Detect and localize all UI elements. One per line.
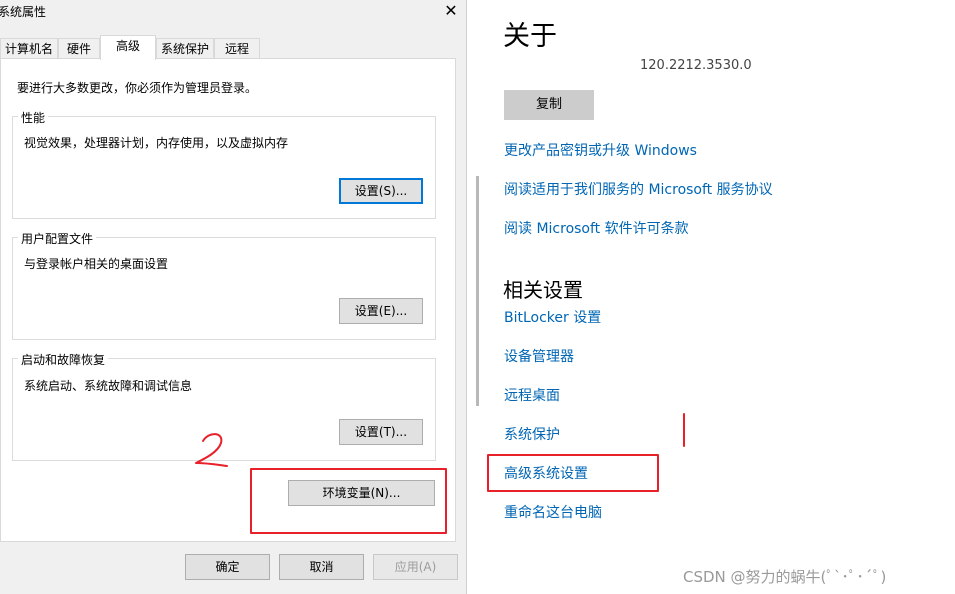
annotation-mark-step2 <box>195 433 228 467</box>
annotation-box-env-variables <box>250 468 447 534</box>
annotation-layer <box>195 413 685 534</box>
tab-advanced[interactable]: 高级 <box>100 35 156 60</box>
annotation-box-advanced-settings <box>487 454 659 492</box>
